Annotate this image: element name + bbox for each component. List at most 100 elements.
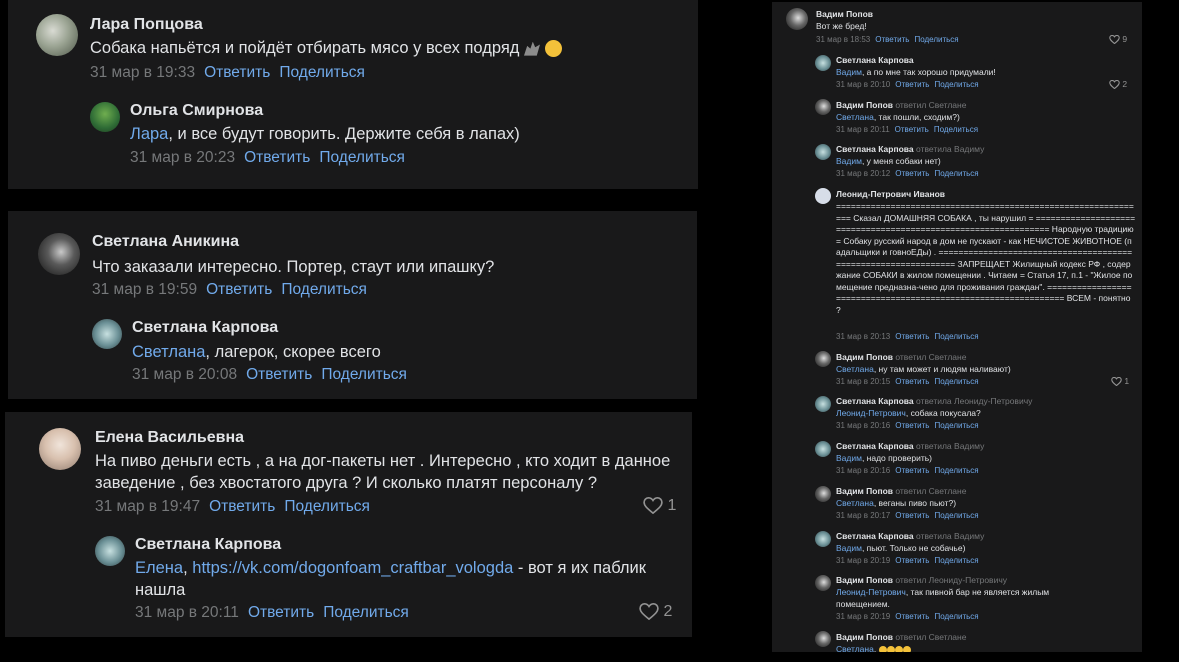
avatar[interactable] (95, 536, 125, 566)
mention-link[interactable]: Елена (135, 559, 183, 577)
avatar[interactable] (786, 8, 808, 30)
reply-button[interactable]: Ответить (895, 511, 929, 520)
comment-author[interactable]: Светлана Карпова ответила Вадиму (836, 441, 984, 451)
share-button[interactable]: Поделиться (934, 332, 978, 341)
avatar[interactable] (815, 486, 831, 502)
comment-date[interactable]: 31 мар в 20:12 (836, 169, 890, 178)
avatar[interactable] (815, 441, 831, 457)
share-button[interactable]: Поделиться (279, 64, 365, 81)
avatar[interactable] (815, 396, 831, 412)
reply-button[interactable]: Ответить (895, 125, 929, 134)
comment-date[interactable]: 31 мар в 20:16 (836, 466, 890, 475)
avatar[interactable] (815, 55, 831, 71)
comment-author[interactable]: Светлана Карпова ответила Леониду-Петров… (836, 396, 1032, 406)
avatar[interactable] (815, 531, 831, 547)
comment-author[interactable]: Светлана Карпова (836, 55, 914, 65)
url-link[interactable]: https://vk.com/dogonfoam_craftbar_vologd… (192, 559, 513, 577)
avatar[interactable] (815, 144, 831, 160)
reply-button[interactable]: Ответить (209, 498, 275, 515)
share-button[interactable]: Поделиться (914, 35, 958, 44)
comment-date[interactable]: 31 мар в 20:23 (130, 149, 235, 166)
mention-link[interactable]: Лара (130, 125, 168, 143)
share-button[interactable]: Поделиться (934, 466, 978, 475)
comment-date[interactable]: 31 мар в 20:11 (135, 604, 239, 621)
mention-link[interactable]: Вадим (836, 543, 862, 553)
comment-date[interactable]: 31 мар в 19:59 (92, 281, 197, 298)
like-button[interactable]: 2 (639, 603, 672, 621)
comment-author[interactable]: Лара Попцова (90, 16, 203, 34)
comment-date[interactable]: 31 мар в 20:17 (836, 511, 890, 520)
comment-author[interactable]: Вадим Попов (816, 9, 873, 19)
avatar[interactable] (815, 351, 831, 367)
share-button[interactable]: Поделиться (934, 125, 978, 134)
avatar[interactable] (815, 99, 831, 115)
share-button[interactable]: Поделиться (319, 149, 405, 166)
reply-button[interactable]: Ответить (204, 64, 270, 81)
comment-date[interactable]: 31 мар в 20:19 (836, 612, 890, 621)
comment-author[interactable]: Леонид-Петрович Иванов (836, 189, 945, 199)
comment-date[interactable]: 31 мар в 20:11 (836, 125, 890, 134)
mention-link[interactable]: Вадим (836, 453, 862, 463)
comment-author[interactable]: Светлана Карпова ответила Вадиму (836, 144, 984, 154)
avatar[interactable] (39, 428, 81, 470)
share-button[interactable]: Поделиться (934, 421, 978, 430)
like-button[interactable]: 1 (643, 497, 676, 515)
mention-link[interactable]: Светлана (132, 343, 205, 361)
avatar[interactable] (815, 631, 831, 647)
mention-link[interactable]: Светлана (836, 112, 874, 122)
share-button[interactable]: Поделиться (323, 604, 409, 621)
reply-button[interactable]: Ответить (875, 35, 909, 44)
comment-date[interactable]: 31 мар в 20:19 (836, 556, 890, 565)
avatar[interactable] (38, 233, 80, 275)
share-button[interactable]: Поделиться (934, 511, 978, 520)
comment-date[interactable]: 31 мар в 20:16 (836, 421, 890, 430)
reply-button[interactable]: Ответить (895, 377, 929, 386)
mention-link[interactable]: Вадим (836, 156, 862, 166)
comment-author[interactable]: Вадим Попов ответил Светлане (836, 100, 966, 110)
reply-button[interactable]: Ответить (895, 612, 929, 621)
avatar[interactable] (815, 188, 831, 204)
comment-date[interactable]: 31 мар в 19:33 (90, 64, 195, 81)
comment-date[interactable]: 31 мар в 18:53 (816, 35, 870, 44)
comment-author[interactable]: Вадим Попов ответил Светлане (836, 632, 966, 642)
reply-button[interactable]: Ответить (895, 169, 929, 178)
comment-date[interactable]: 31 мар в 20:08 (132, 366, 237, 383)
reply-button[interactable]: Ответить (895, 80, 929, 89)
share-button[interactable]: Поделиться (934, 612, 978, 621)
comment-date[interactable]: 31 мар в 19:47 (95, 498, 200, 515)
comment-author[interactable]: Светлана Карпова (132, 319, 278, 337)
reply-button[interactable]: Ответить (895, 421, 929, 430)
reply-button[interactable]: Ответить (895, 556, 929, 565)
reply-button[interactable]: Ответить (246, 366, 312, 383)
share-button[interactable]: Поделиться (934, 556, 978, 565)
mention-link[interactable]: Светлана (836, 644, 874, 652)
reply-button[interactable]: Ответить (206, 281, 272, 298)
comment-author[interactable]: Ольга Смирнова (130, 102, 263, 120)
mention-link[interactable]: Леонид-Петрович (836, 408, 906, 418)
like-button[interactable]: 9 (1109, 34, 1127, 45)
comment-date[interactable]: 31 мар в 20:10 (836, 80, 890, 89)
comment-author[interactable]: Вадим Попов ответил Светлане (836, 352, 966, 362)
comment-date[interactable]: 31 мар в 20:15 (836, 377, 890, 386)
reply-button[interactable]: Ответить (895, 332, 929, 341)
avatar[interactable] (815, 575, 831, 591)
like-button[interactable]: 1 (1111, 376, 1129, 387)
share-button[interactable]: Поделиться (281, 281, 367, 298)
avatar[interactable] (92, 319, 122, 349)
share-button[interactable]: Поделиться (284, 498, 370, 515)
comment-author[interactable]: Вадим Попов ответил Леониду-Петровичу (836, 575, 1007, 585)
mention-link[interactable]: Вадим (836, 67, 862, 77)
avatar[interactable] (90, 102, 120, 132)
share-button[interactable]: Поделиться (934, 80, 978, 89)
comment-author[interactable]: Светлана Карпова ответила Вадиму (836, 531, 984, 541)
share-button[interactable]: Поделиться (934, 377, 978, 386)
mention-link[interactable]: Светлана (836, 498, 874, 508)
comment-author[interactable]: Вадим Попов ответил Светлане (836, 486, 966, 496)
reply-button[interactable]: Ответить (244, 149, 310, 166)
reply-button[interactable]: Ответить (895, 466, 929, 475)
share-button[interactable]: Поделиться (934, 169, 978, 178)
mention-link[interactable]: Светлана (836, 364, 874, 374)
mention-link[interactable]: Леонид-Петрович (836, 587, 906, 597)
comment-author[interactable]: Светлана Аникина (92, 233, 239, 251)
avatar[interactable] (36, 14, 78, 56)
